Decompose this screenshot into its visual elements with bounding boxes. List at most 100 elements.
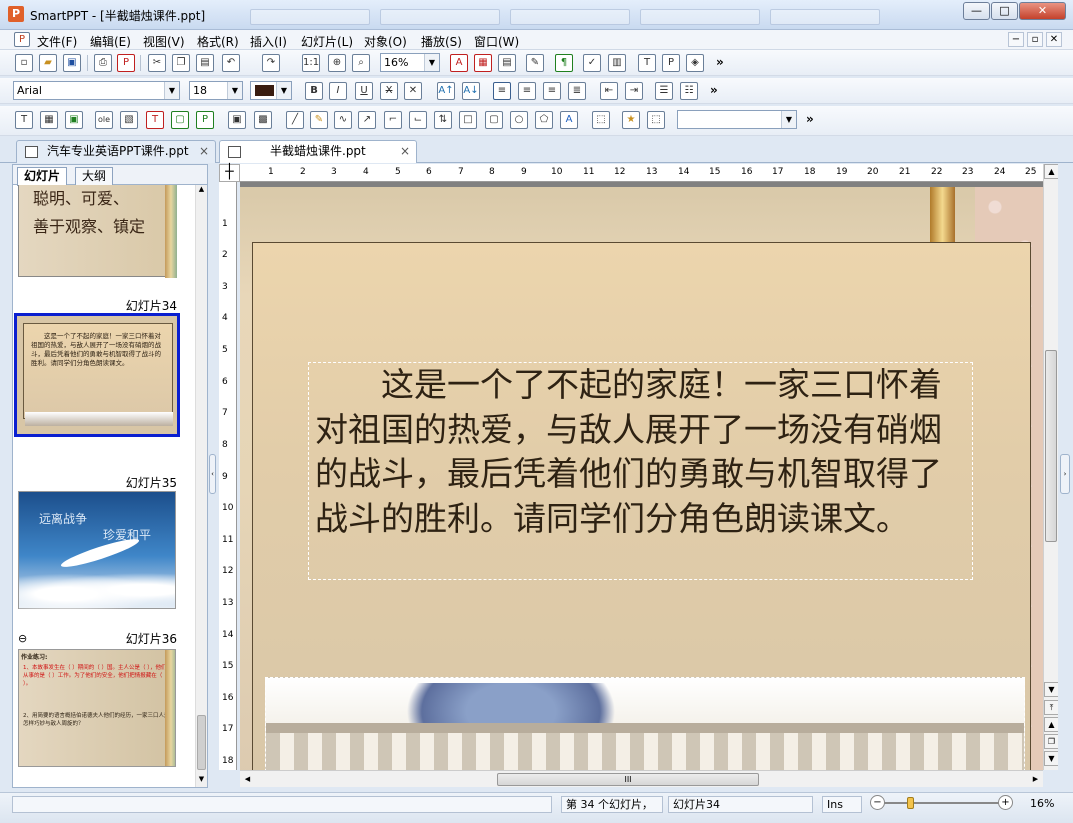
- strikethrough-icon[interactable]: X: [380, 82, 398, 100]
- maximize-button[interactable]: □: [991, 2, 1018, 20]
- arrow-icon[interactable]: ↗: [358, 111, 376, 129]
- font-family-select[interactable]: Arial ▼: [13, 81, 180, 100]
- insert-table-icon[interactable]: ▤: [498, 54, 516, 72]
- shrink-font-icon[interactable]: A↓: [462, 82, 480, 100]
- justify-icon[interactable]: ≣: [568, 82, 586, 100]
- italic-icon[interactable]: I: [329, 82, 347, 100]
- slide-canvas[interactable]: 这是一个了不起的家庭！一家三口怀着对祖国的热爱，与敌人展开了一场没有硝烟的战斗，…: [240, 182, 1043, 770]
- underline-icon[interactable]: U: [355, 82, 373, 100]
- format-painter-icon[interactable]: ✎: [526, 54, 544, 72]
- wordart-icon[interactable]: A: [560, 111, 578, 129]
- chevron-down-icon[interactable]: ▼: [781, 111, 796, 128]
- doc-minimize-button[interactable]: −: [1008, 32, 1024, 47]
- print-icon[interactable]: ⎙: [94, 54, 112, 72]
- doc-close-button[interactable]: ✕: [1046, 32, 1062, 47]
- insert-textbox-icon[interactable]: ▦: [474, 54, 492, 72]
- slide-body-textbox[interactable]: 这是一个了不起的家庭！一家三口怀着对祖国的热爱，与敌人展开了一场没有硝烟的战斗，…: [308, 362, 973, 580]
- scrollbar-thumb[interactable]: [197, 715, 206, 770]
- right-splitter[interactable]: ›: [1058, 164, 1073, 770]
- elbow-connector-icon[interactable]: ⌙: [409, 111, 427, 129]
- current-slide[interactable]: 这是一个了不起的家庭！一家三口怀着对祖国的热爱，与敌人展开了一场没有硝烟的战斗，…: [240, 187, 1043, 770]
- open-folder-icon[interactable]: ▰: [39, 54, 57, 72]
- frame-icon[interactable]: ▣: [228, 111, 246, 129]
- slide-view-icon[interactable]: ❐: [1044, 734, 1059, 749]
- close-icon[interactable]: ×: [400, 141, 410, 162]
- horizontal-scrollbar[interactable]: ◀ III ▶: [240, 770, 1043, 787]
- minimize-button[interactable]: —: [963, 2, 990, 20]
- first-slide-icon[interactable]: ⤒: [1044, 700, 1059, 715]
- slide-thumbnail-35[interactable]: 远离战争 珍爱和平: [18, 491, 176, 610]
- scrollbar-thumb[interactable]: [1045, 350, 1057, 542]
- menu-slide[interactable]: 幻灯片(L): [301, 33, 353, 50]
- curve-icon[interactable]: ∿: [334, 111, 352, 129]
- rectangle-icon[interactable]: □: [459, 111, 477, 129]
- decrease-indent-icon[interactable]: ⇤: [600, 82, 618, 100]
- zoom-slider-track[interactable]: [884, 802, 1002, 804]
- double-connector-icon[interactable]: ⇅: [434, 111, 452, 129]
- chevron-down-icon[interactable]: ▼: [424, 54, 439, 71]
- slide-thumbnail-36[interactable]: 作业练习: 1、本故事发生在（ ）期间的（ ）国。主人公是（ ），他们从事的是（…: [18, 649, 176, 767]
- zoom-in-icon[interactable]: +: [998, 795, 1013, 810]
- toolbar-overflow-icon[interactable]: »: [806, 112, 814, 126]
- scroll-down-icon[interactable]: ▼: [1044, 682, 1059, 697]
- new-file-icon[interactable]: ▫: [15, 54, 33, 72]
- rounded-rectangle-icon[interactable]: ▢: [485, 111, 503, 129]
- insert-object-icon[interactable]: ▢: [171, 111, 189, 129]
- align-right-icon[interactable]: ≡: [543, 82, 561, 100]
- actual-size-icon[interactable]: 1:1: [302, 54, 320, 72]
- menu-object[interactable]: 对象(O): [364, 33, 407, 50]
- save-icon[interactable]: ▣: [63, 54, 81, 72]
- style-select[interactable]: ▼: [677, 110, 797, 129]
- increase-indent-icon[interactable]: ⇥: [625, 82, 643, 100]
- insert-page-icon[interactable]: P: [196, 111, 214, 129]
- toolbar-overflow-icon[interactable]: »: [716, 55, 724, 69]
- insert-ole-icon[interactable]: ole: [95, 111, 113, 129]
- chart-icon[interactable]: ▥: [608, 54, 626, 72]
- scrollbar-thumb[interactable]: III: [497, 773, 759, 786]
- pdf-export-icon[interactable]: P: [117, 54, 135, 72]
- insert-text-frame-icon[interactable]: T: [146, 111, 164, 129]
- text-color-a-icon[interactable]: A: [450, 54, 468, 72]
- bullet-list-icon[interactable]: ☰: [655, 82, 673, 100]
- select-icon[interactable]: ⬚: [647, 111, 665, 129]
- align-left-icon[interactable]: ≡: [493, 82, 511, 100]
- layer-icon[interactable]: ◈: [686, 54, 704, 72]
- paste-icon[interactable]: ▤: [196, 54, 214, 72]
- close-button[interactable]: ✕: [1019, 2, 1066, 20]
- scroll-up-icon[interactable]: ▲: [1044, 164, 1059, 179]
- cut-icon[interactable]: ✂: [148, 54, 166, 72]
- zoom-slider-knob[interactable]: [907, 797, 914, 809]
- ellipse-icon[interactable]: ○: [510, 111, 528, 129]
- copy-icon[interactable]: ❐: [172, 54, 190, 72]
- spell-check-icon[interactable]: ✓: [583, 54, 601, 72]
- panel-splitter[interactable]: ‹: [208, 164, 218, 788]
- menu-window[interactable]: 窗口(W): [474, 33, 519, 50]
- close-icon[interactable]: ×: [199, 141, 209, 162]
- zoom-icon[interactable]: ⌕: [352, 54, 370, 72]
- connector-icon[interactable]: ⌐: [384, 111, 402, 129]
- bold-icon[interactable]: B: [305, 82, 323, 100]
- font-color-select[interactable]: ▼: [250, 81, 292, 100]
- paragraph-mark-icon[interactable]: ¶: [555, 54, 573, 72]
- menu-format[interactable]: 格式(R): [197, 33, 239, 50]
- grow-font-icon[interactable]: A↑: [437, 82, 455, 100]
- horizontal-ruler[interactable]: 1 2 3 4 5 6 7 8 9 10 11 12 13 14 15 16 1…: [240, 164, 1043, 182]
- numbered-list-icon[interactable]: ☷: [680, 82, 698, 100]
- star-icon[interactable]: ★: [622, 111, 640, 129]
- pencil-icon[interactable]: ✎: [310, 111, 328, 129]
- doc-system-menu-icon[interactable]: P: [14, 32, 30, 47]
- zoom-select[interactable]: 16% ▼: [380, 53, 440, 72]
- doc-tab-active[interactable]: 半截蜡烛课件.ppt ×: [219, 140, 417, 163]
- undo-icon[interactable]: ↶: [222, 54, 240, 72]
- ruler-tab-selector[interactable]: ┼: [219, 164, 240, 182]
- image-frame-icon[interactable]: ▩: [254, 111, 272, 129]
- menu-view[interactable]: 视图(V): [143, 33, 185, 50]
- insert-shape-icon[interactable]: ▧: [120, 111, 138, 129]
- scroll-right-icon[interactable]: ▶: [1028, 772, 1043, 787]
- insert-picture-icon[interactable]: ▣: [65, 111, 83, 129]
- slide-thumbnail-34-selected[interactable]: 这是一个了不起的家庭！一家三口怀着对祖国的热爱，与敌人展开了一场没有硝烟的战斗，…: [14, 313, 180, 437]
- doc-tab-inactive[interactable]: 汽车专业英语PPT课件.ppt ×: [16, 140, 216, 163]
- slide-icon[interactable]: P: [662, 54, 680, 72]
- previous-slide-icon[interactable]: ▲: [1044, 717, 1059, 732]
- insert-table-icon[interactable]: ▦: [40, 111, 58, 129]
